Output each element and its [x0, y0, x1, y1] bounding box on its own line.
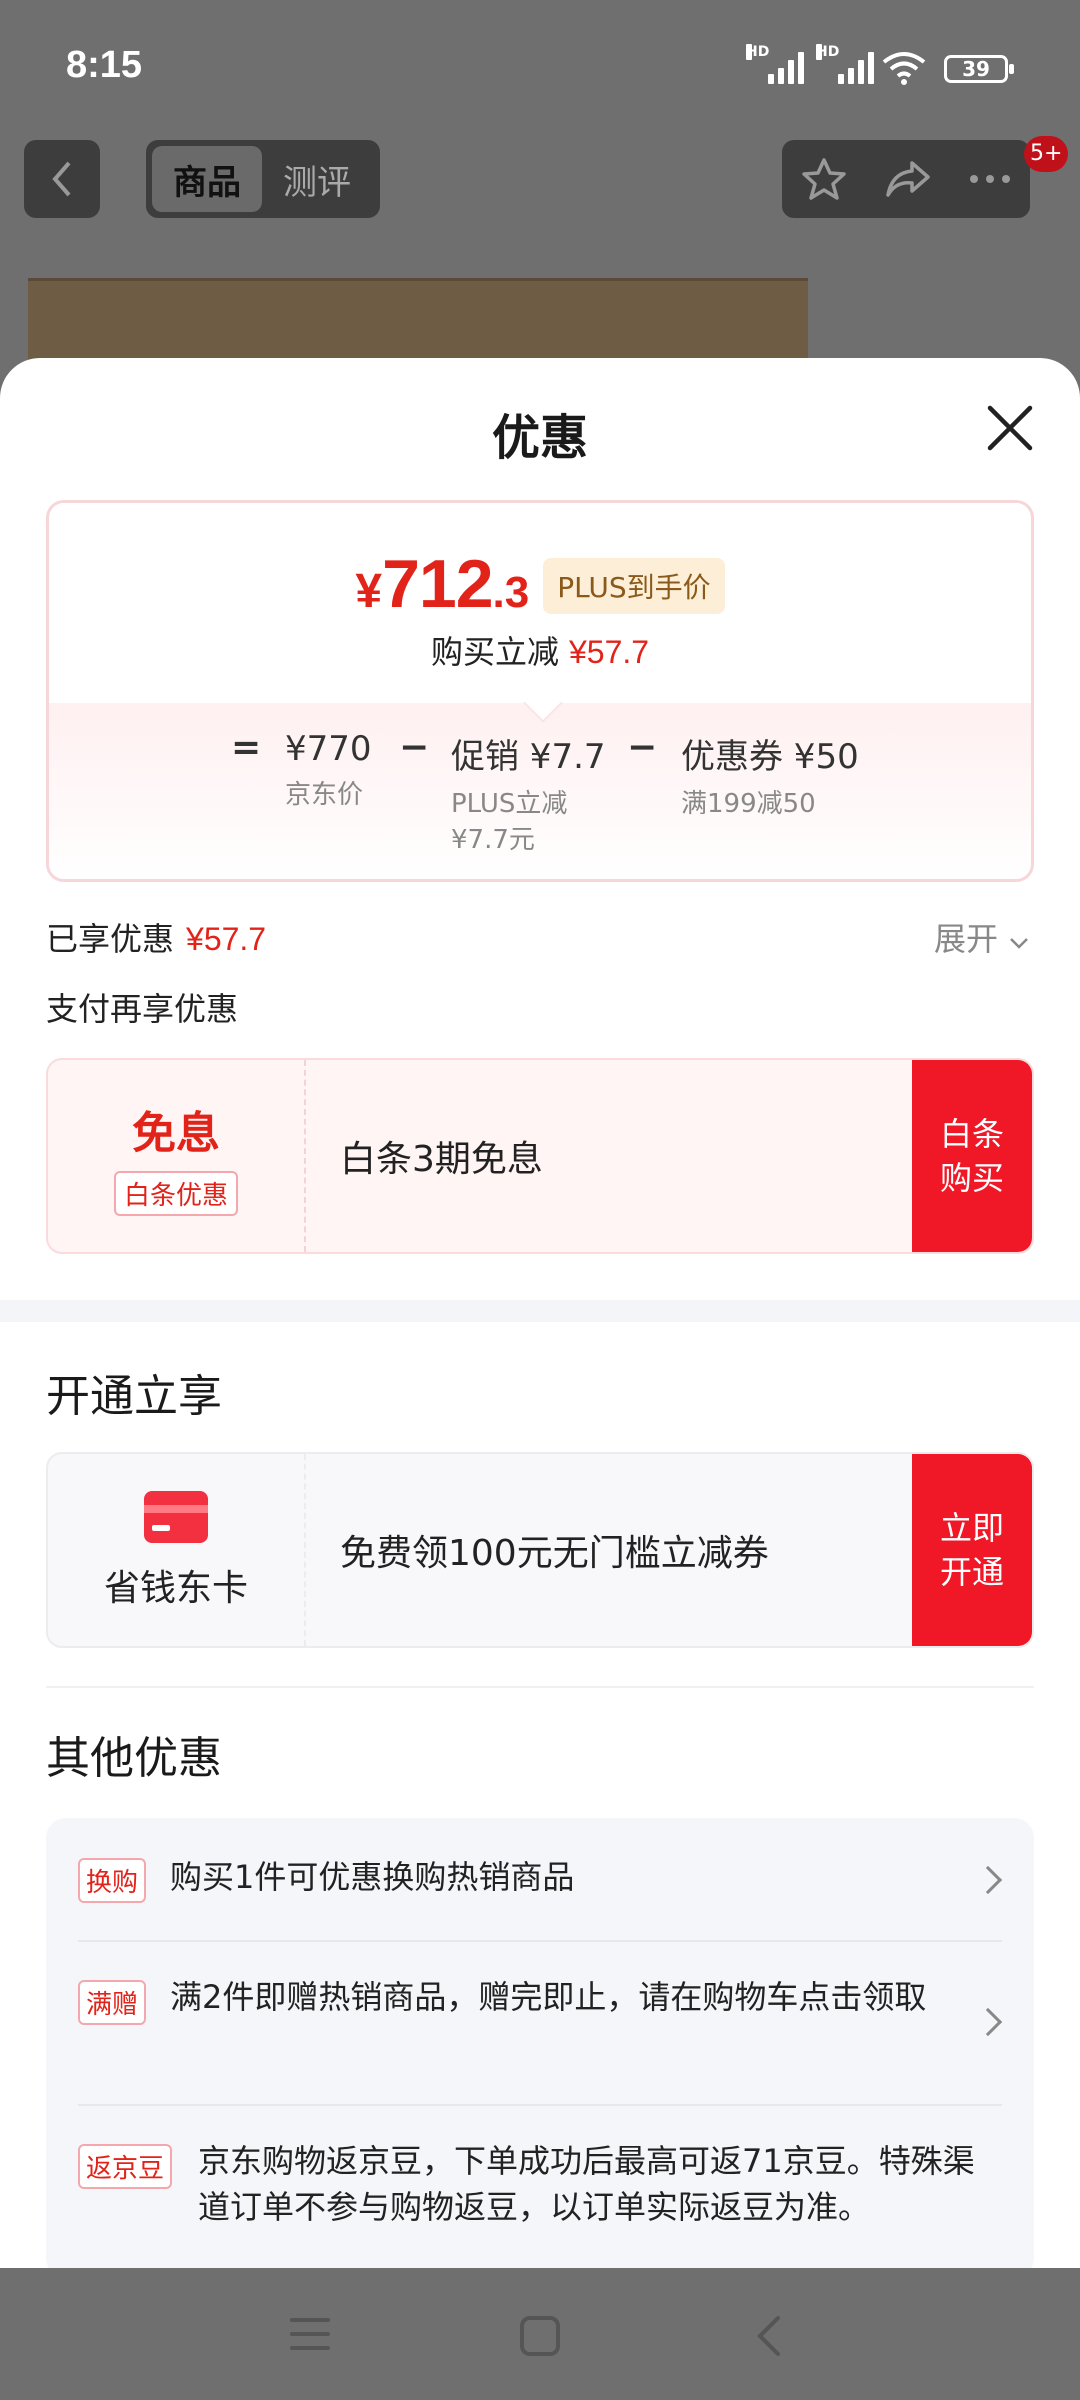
- other-offers-list: 换购 购买1件可优惠换购热销商品 满赠 满2件即赠热销商品，赠完即止，请在购物车…: [46, 1818, 1034, 2268]
- status-time: 8:15: [66, 44, 143, 86]
- tab-review[interactable]: 测评: [262, 146, 372, 212]
- open-now-button[interactable]: 立即 开通: [912, 1454, 1032, 1646]
- equals-sign: =: [231, 727, 262, 768]
- offer-tag: 返京豆: [78, 2144, 173, 2189]
- final-price: ¥ 712 .3 PLUS到手价: [49, 545, 1031, 624]
- expand-button[interactable]: 展开: [934, 914, 1030, 960]
- product-actions: [782, 140, 1030, 218]
- section-divider: [0, 1300, 1080, 1322]
- offer-tag: 换购: [78, 1858, 147, 1903]
- other-section-title: 其他优惠: [46, 1733, 222, 1784]
- card-offer-text: 免费领100元无门槛立减券: [340, 1533, 769, 1574]
- offer-text: 满2件即赠热销商品，赠完即止，请在购物车点击领取: [170, 1978, 927, 2016]
- sheet-title: 优惠: [491, 410, 588, 466]
- offer-text: 京东购物返京豆，下单成功后最高可返71京豆。特殊渠道订单不参与购物返豆，以订单实…: [198, 2142, 975, 2226]
- chevron-left-icon: [52, 161, 71, 197]
- cellular-signal-icon: HD: [746, 44, 804, 84]
- pay-more-label: 支付再享优惠: [46, 990, 239, 1028]
- baitiao-title: 免息: [132, 1107, 220, 1159]
- chevron-right-icon: [973, 1865, 1003, 1895]
- offer-text: 购买1件可优惠换购热销商品: [170, 1858, 575, 1896]
- system-nav-bar: [0, 2268, 1080, 2400]
- menu-icon[interactable]: [288, 2314, 332, 2354]
- baitiao-offer-card[interactable]: 免息 白条优惠 白条3期免息 白条 购买: [46, 1058, 1034, 1254]
- jd-price: ¥770 京东价: [285, 729, 372, 810]
- back-button[interactable]: [24, 140, 100, 218]
- favorite-star-icon[interactable]: [800, 156, 848, 202]
- minus-sign: −: [627, 727, 658, 768]
- list-item[interactable]: 返京豆 京东购物返京豆，下单成功后最高可返71京豆。特殊渠道订单不参与购物返豆，…: [46, 2106, 1034, 2268]
- back-icon[interactable]: [752, 2312, 786, 2360]
- coupon-amount: 优惠券 ¥50 满199减50: [681, 737, 859, 819]
- baitiao-text: 白条3期免息: [340, 1139, 543, 1180]
- promotion-amount: 促销 ¥7.7 PLUS立减 ¥7.7元: [451, 737, 606, 855]
- baitiao-buy-button[interactable]: 白条 购买: [912, 1060, 1032, 1252]
- minus-sign: −: [399, 727, 430, 768]
- list-item[interactable]: 满赠 满2件即赠热销商品，赠完即止，请在购物车点击领取: [46, 1942, 1034, 2102]
- product-top-nav: 商品 测评 5+: [0, 136, 1080, 220]
- cart-count-badge: 5+: [1024, 136, 1069, 172]
- home-icon[interactable]: [518, 2314, 562, 2358]
- card-icon: [144, 1491, 208, 1543]
- wifi-icon: [882, 52, 926, 85]
- card-name: 省钱东卡: [103, 1568, 248, 1609]
- price-breakdown-card: ¥ 712 .3 PLUS到手价 购买立减 ¥57.7 = ¥770 京东价 − …: [46, 500, 1034, 882]
- battery-icon: 39: [944, 55, 1014, 83]
- cellular-signal-icon: HD: [816, 44, 874, 84]
- share-icon[interactable]: [884, 157, 932, 201]
- chevron-right-icon: [973, 2007, 1003, 2037]
- chevron-down-icon: [1010, 938, 1029, 949]
- product-tabs: 商品 测评: [146, 140, 380, 218]
- status-bar: 8:15 HD HD 39: [0, 0, 1080, 130]
- purchase-reduction: 购买立减 ¥57.7: [430, 633, 650, 671]
- baitiao-tag: 白条优惠: [113, 1170, 238, 1216]
- enjoyed-discount: 已享优惠 ¥57.7: [46, 920, 267, 958]
- open-section-title: 开通立享: [46, 1371, 222, 1422]
- saving-card-offer[interactable]: 省钱东卡 免费领100元无门槛立减券 立即 开通: [46, 1452, 1034, 1648]
- close-icon[interactable]: [984, 402, 1036, 454]
- tab-product[interactable]: 商品: [152, 146, 262, 212]
- offer-tag: 满赠: [78, 1980, 147, 2025]
- plus-price-tag: PLUS到手价: [543, 558, 725, 614]
- discount-sheet: 优惠 ¥ 712 .3 PLUS到手价 购买立减 ¥57.7 = ¥770 京东价…: [0, 358, 1080, 2268]
- more-icon[interactable]: [968, 173, 1012, 185]
- list-item[interactable]: 换购 购买1件可优惠换购热销商品: [46, 1818, 1034, 1938]
